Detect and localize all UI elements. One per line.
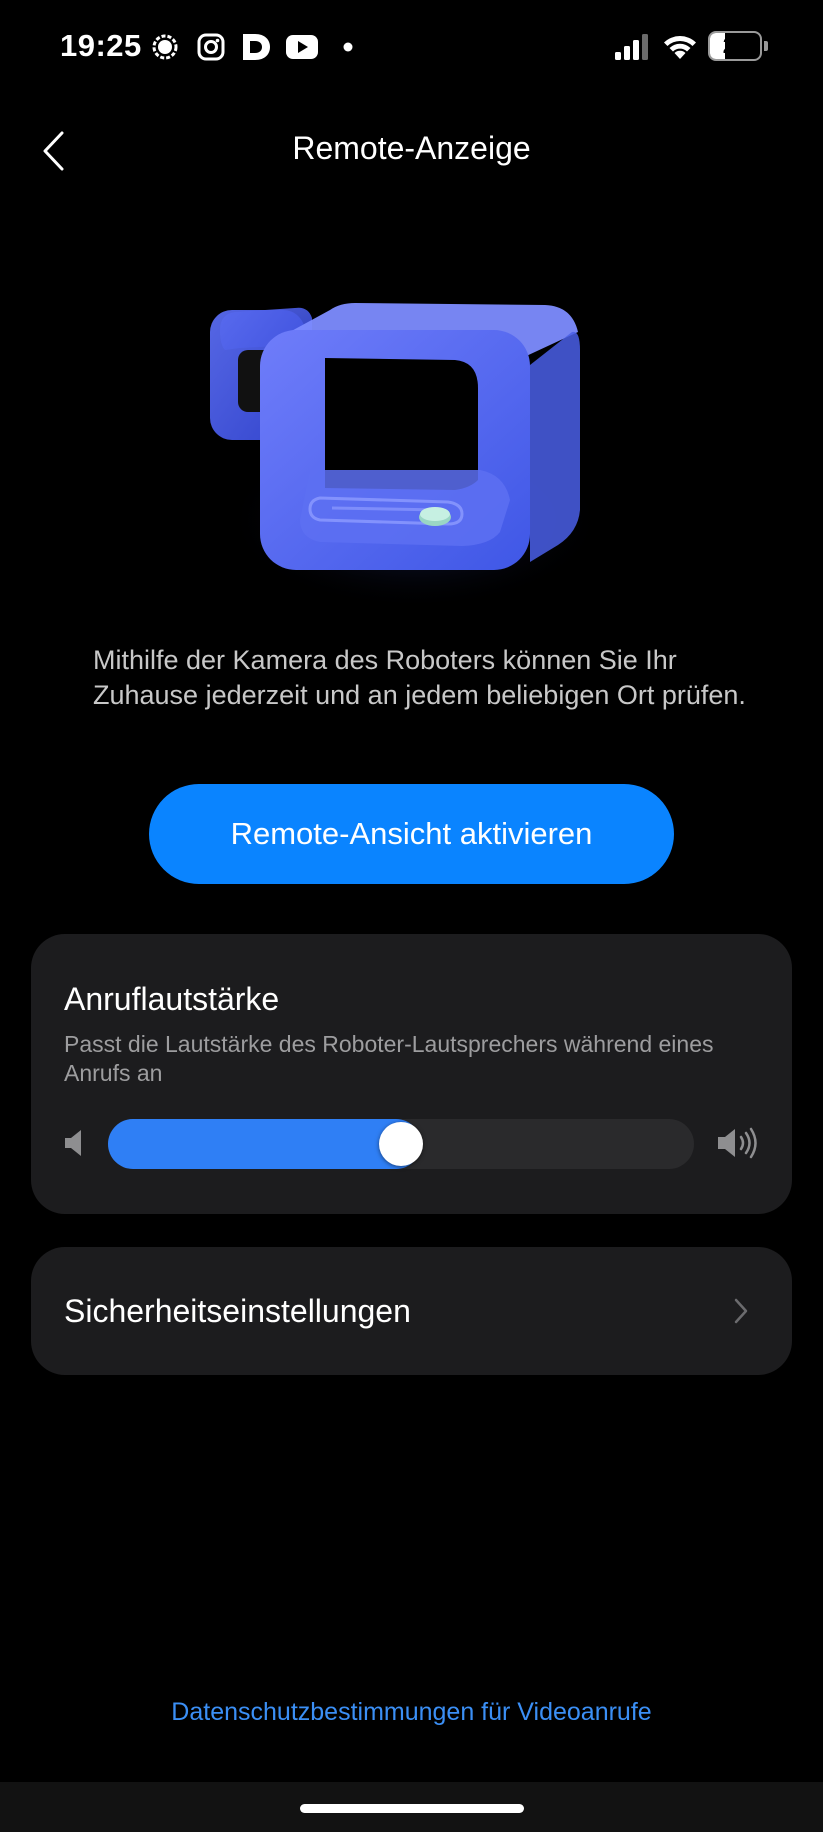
hero-description: Mithilfe der Kamera des Roboters können … <box>93 645 746 710</box>
call-volume-slider[interactable] <box>108 1119 694 1169</box>
security-settings-row[interactable]: Sicherheitseinstellungen <box>31 1247 792 1375</box>
wifi-icon <box>660 30 700 64</box>
chevron-right-icon <box>731 1295 751 1327</box>
battery-icon: 29 <box>708 31 762 61</box>
slider-fill <box>108 1119 421 1169</box>
status-bar: 19:25 29 <box>0 0 823 96</box>
slider-thumb[interactable] <box>379 1122 423 1166</box>
security-settings-label: Sicherheitseinstellungen <box>64 1293 411 1329</box>
cell-signal-icon <box>612 30 650 64</box>
youtube-icon <box>284 30 320 64</box>
privacy-policy-link[interactable]: Datenschutzbestimmungen für Videoanrufe <box>0 1698 823 1727</box>
status-time: 19:25 <box>60 28 142 63</box>
home-indicator[interactable] <box>300 1804 524 1813</box>
volume-low-icon <box>63 1128 87 1158</box>
instagram-icon <box>194 30 228 64</box>
call-volume-card: Anruflautstärke Passt die Lautstärke des… <box>31 934 792 1214</box>
battery-level-text: 29 <box>722 33 748 58</box>
call-volume-subtitle: Passt die Lautstärke des Roboter-Lautspr… <box>64 1031 714 1086</box>
robot-camera-illustration <box>200 270 620 630</box>
screen: 19:25 29 Remote-Anzeige Mithilfe der Kam… <box>0 0 823 1832</box>
call-volume-title: Anruflautstärke <box>64 981 280 1017</box>
signal-app-icon <box>148 30 182 64</box>
battery-tip <box>764 41 768 51</box>
activate-remote-view-button[interactable]: Remote-Ansicht aktivieren <box>149 784 674 884</box>
volume-high-icon <box>716 1126 760 1160</box>
page-title: Remote-Anzeige <box>292 130 531 166</box>
d-app-icon <box>238 30 274 64</box>
dot-icon <box>340 30 356 64</box>
